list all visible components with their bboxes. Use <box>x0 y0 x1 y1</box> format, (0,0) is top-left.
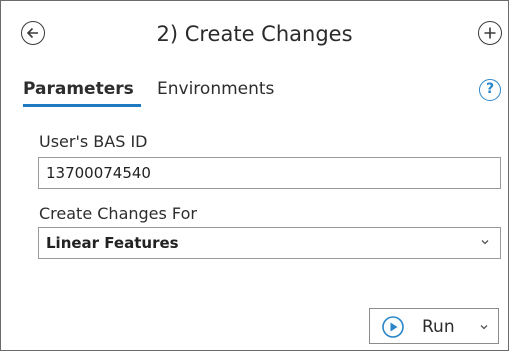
tab-parameters[interactable]: Parameters <box>23 77 134 101</box>
add-button[interactable] <box>478 21 502 45</box>
tab-bar: Parameters Environments ? <box>1 67 508 111</box>
tab-environments[interactable]: Environments <box>157 77 274 101</box>
active-tab-indicator <box>23 104 141 107</box>
bas-id-label: User's BAS ID <box>39 132 148 151</box>
create-changes-for-dropdown[interactable]: Linear Features <box>38 227 501 259</box>
circle-arrow-left-icon <box>26 27 38 39</box>
geoprocessing-pane: 2) Create Changes Parameters Environment… <box>0 0 509 351</box>
circle-plus-icon <box>484 27 496 39</box>
run-label: Run <box>422 317 455 337</box>
help-icon[interactable]: ? <box>479 79 501 101</box>
pane-header: 2) Create Changes <box>1 1 508 67</box>
chevron-down-icon[interactable] <box>479 322 489 332</box>
tool-title: 2) Create Changes <box>156 22 353 46</box>
dropdown-value: Linear Features <box>46 234 179 252</box>
create-changes-for-label: Create Changes For <box>39 204 197 223</box>
bas-id-input[interactable]: 13700074540 <box>38 157 501 189</box>
chevron-down-icon <box>481 240 489 245</box>
play-circle-icon <box>382 316 404 338</box>
run-button[interactable]: Run <box>369 308 499 344</box>
back-button[interactable] <box>21 21 45 45</box>
